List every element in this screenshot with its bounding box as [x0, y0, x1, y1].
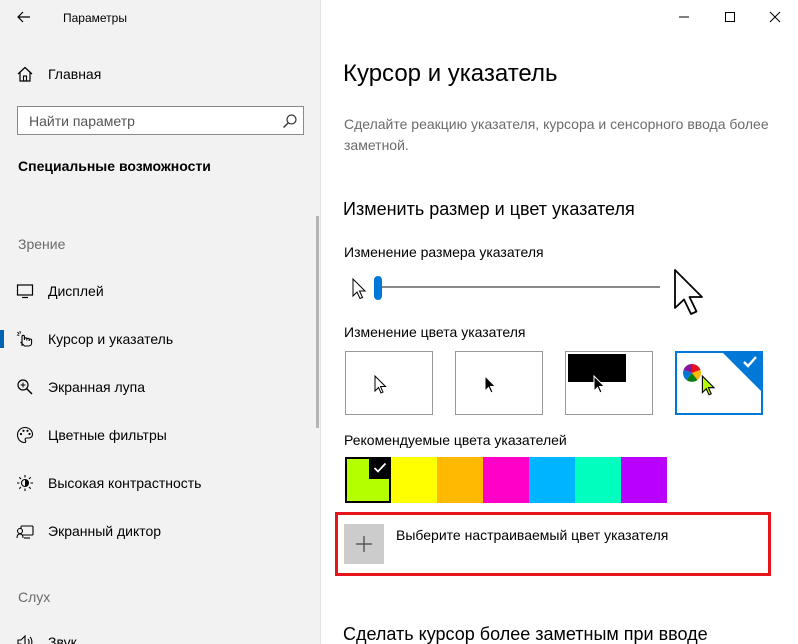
- magnifier-icon: [17, 379, 33, 395]
- pointer-style-inverted[interactable]: [565, 351, 653, 415]
- close-icon: [769, 11, 781, 23]
- plus-icon: [356, 536, 372, 552]
- add-color-button[interactable]: [344, 524, 384, 564]
- narrator-icon: [16, 525, 34, 539]
- page-title: Курсор и указатель: [343, 60, 558, 87]
- color-wheel-icon: [683, 364, 701, 382]
- sidebar-section-title: Специальные возможности: [18, 158, 211, 174]
- home-icon: [17, 66, 33, 82]
- main-content: Курсор и указатель Сделайте реакцию указ…: [322, 0, 798, 644]
- maximize-icon: [725, 12, 735, 22]
- sidebar-item-narrator[interactable]: Экранный диктор: [0, 515, 321, 547]
- pointer-icon: [16, 330, 33, 347]
- sidebar-item-label: Экранный диктор: [48, 523, 162, 539]
- sidebar-scrollbar[interactable]: [316, 216, 319, 428]
- sidebar-item-sound[interactable]: Звук: [0, 626, 321, 644]
- recommended-color-swatch[interactable]: [575, 457, 621, 503]
- group-label-hearing: Слух: [18, 589, 51, 605]
- size-label: Изменение размера указателя: [344, 244, 544, 260]
- recommended-colors: [345, 457, 667, 503]
- sidebar-item-label: Курсор и указатель: [48, 331, 174, 347]
- minimize-button[interactable]: [661, 0, 707, 34]
- recommended-color-swatch[interactable]: [529, 457, 575, 503]
- search-input[interactable]: Найти параметр: [17, 106, 304, 135]
- recommended-color-swatch[interactable]: [621, 457, 667, 503]
- sidebar-item-color-filters[interactable]: Цветные фильтры: [0, 419, 321, 451]
- pointer-style-custom[interactable]: [675, 351, 763, 415]
- back-button[interactable]: [12, 6, 36, 28]
- page-description: Сделайте реакцию указателя, курсора и се…: [344, 116, 769, 153]
- custom-color-label: Выберите настраиваемый цвет указателя: [396, 527, 669, 543]
- custom-cursor-icon: [701, 375, 716, 396]
- small-cursor-icon: [352, 278, 367, 300]
- sidebar-item-label: Экранная лупа: [48, 379, 146, 395]
- sidebar-item-label: Высокая контрастность: [48, 475, 202, 491]
- section-heading-size-color: Изменить размер и цвет указателя: [343, 199, 635, 219]
- slider-track[interactable]: [378, 286, 660, 288]
- inverted-cursor-icon: [593, 375, 606, 394]
- search-placeholder: Найти параметр: [29, 113, 135, 129]
- sidebar-titlebar: Параметры: [0, 0, 321, 34]
- close-button[interactable]: [752, 0, 798, 34]
- large-cursor-icon: [674, 269, 703, 315]
- recommended-color-swatch[interactable]: [437, 457, 483, 503]
- palette-icon: [16, 426, 34, 444]
- pointer-style-black[interactable]: [455, 351, 543, 415]
- custom-color-button[interactable]: Выберите настраиваемый цвет указателя: [344, 517, 764, 565]
- nav-home-label: Главная: [48, 66, 102, 82]
- slider-thumb[interactable]: [374, 276, 382, 300]
- pointer-size-slider[interactable]: [322, 268, 798, 318]
- sidebar-item-display[interactable]: Дисплей: [0, 275, 321, 307]
- sidebar-item-label: Цветные фильтры: [48, 427, 167, 443]
- sidebar-item-magnifier[interactable]: Экранная лупа: [0, 371, 321, 403]
- pointer-style-white[interactable]: [345, 351, 433, 415]
- group-label-vision: Зрение: [18, 236, 66, 252]
- minimize-icon: [679, 16, 689, 18]
- check-icon: [369, 457, 391, 479]
- check-icon: [743, 356, 757, 368]
- selection-indicator: [0, 330, 4, 348]
- sidebar-item-label: Звук: [48, 634, 77, 644]
- black-cursor-icon: [484, 375, 497, 394]
- recommended-color-swatch[interactable]: [345, 457, 391, 503]
- color-label: Изменение цвета указателя: [344, 324, 526, 340]
- speaker-icon: [17, 634, 33, 644]
- recommended-label: Рекомендуемые цвета указателей: [344, 432, 567, 448]
- sidebar: Параметры Главная Найти параметр Специал…: [0, 0, 321, 644]
- search-icon[interactable]: [282, 113, 298, 129]
- monitor-icon: [16, 284, 34, 299]
- recommended-color-swatch[interactable]: [483, 457, 529, 503]
- sidebar-item-label: Дисплей: [48, 283, 104, 299]
- back-arrow-icon: [17, 11, 30, 23]
- sidebar-item-high-contrast[interactable]: Высокая контрастность: [0, 467, 321, 499]
- recommended-color-swatch[interactable]: [391, 457, 437, 503]
- white-cursor-icon: [374, 375, 387, 394]
- sidebar-item-cursor[interactable]: Курсор и указатель: [0, 323, 321, 355]
- section-heading-typing: Сделать курсор более заметным при вводе: [343, 624, 708, 644]
- maximize-button[interactable]: [707, 0, 753, 34]
- app-title: Параметры: [63, 11, 127, 25]
- nav-home[interactable]: Главная: [0, 60, 321, 88]
- sun-icon: [17, 475, 33, 491]
